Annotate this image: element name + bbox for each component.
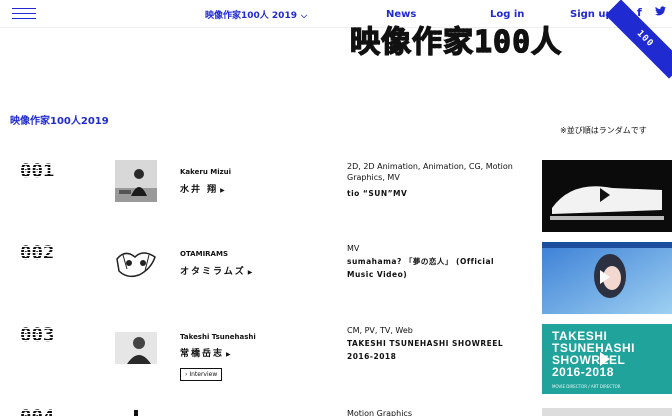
logo-text: 映像作家100人 — [349, 25, 563, 60]
creator-name-jp: 水井 翔 — [180, 185, 219, 195]
creator-work-title[interactable]: sumahama? 「夢の恋人」 (Official Music Video) — [347, 255, 517, 281]
creator-number: 002 — [20, 242, 55, 264]
creator-name-link[interactable]: 水井 翔 ▶ — [180, 182, 225, 195]
creator-name-en: Kakeru Mizui — [180, 168, 232, 176]
play-icon[interactable] — [600, 270, 610, 284]
play-icon[interactable] — [600, 188, 610, 202]
video-thumbnail[interactable] — [542, 242, 672, 314]
thumbnail-text: 2016-2018 — [552, 365, 614, 379]
interview-button[interactable]: › Interview — [180, 368, 223, 381]
creator-photo[interactable] — [115, 160, 157, 202]
arrow-right-icon: ▶ — [220, 187, 225, 194]
menu-icon[interactable] — [12, 8, 36, 20]
creator-name-jp: オタミラムズ — [180, 267, 246, 277]
corner-badge-text: 100 — [634, 28, 656, 50]
year-selector-label: 映像作家100人 2019 — [205, 11, 297, 21]
creator-row: 002 OTAMIRAMS オタミラムズ ▶ MV sumahama? 「夢の恋人… — [0, 242, 672, 324]
creator-row: 001 Kakeru Mizui 水井 翔 ▶ 2D, 2D Animation,… — [0, 160, 672, 242]
creator-name-jp: 常橋岳志 — [180, 349, 225, 359]
section-title: 映像作家100人2019 — [10, 116, 109, 127]
creator-photo[interactable] — [115, 332, 157, 364]
creator-row: 003 Takeshi Tsunehashi 常橋岳志 ▶ › Interview… — [0, 324, 672, 406]
creator-genre: MV — [347, 244, 360, 253]
thumbnail-caption: MOVIE DIRECTOR / ART DIRECTOR — [552, 384, 621, 389]
arrow-right-icon: ▶ — [226, 351, 231, 358]
creator-number: 004 — [20, 406, 54, 416]
creator-genre: Motion Graphics — [347, 409, 412, 416]
creator-name-en: OTAMIRAMS — [180, 250, 228, 258]
twitter-icon[interactable] — [655, 6, 666, 19]
arrow-right-icon: ▶ — [247, 269, 253, 276]
play-icon[interactable] — [600, 352, 610, 366]
top-navigation-bar: 映像作家100人 2019 ⌵ News Log in Sign up f — [0, 0, 672, 28]
creator-name-link[interactable]: オタミラムズ ▶ — [180, 264, 252, 277]
creator-photo[interactable] — [134, 410, 138, 416]
video-thumbnail[interactable]: TAKESHI TSUNEHASHI SHOWREEL 2016-2018 MO… — [542, 324, 672, 394]
site-logo[interactable]: 映像作家100人 — [349, 25, 563, 60]
video-thumbnail[interactable] — [542, 408, 672, 416]
creator-number: 003 — [20, 324, 55, 346]
chevron-right-icon: › — [185, 371, 188, 378]
creator-work-title[interactable]: TAKESHI TSUNEHASHI SHOWREEL 2016-2018 — [347, 337, 517, 363]
chevron-down-icon: ⌵ — [300, 11, 308, 20]
creator-work-title[interactable]: tio “SUN”MV — [347, 187, 517, 200]
creator-number: 001 — [20, 160, 55, 182]
interview-label: Interview — [189, 371, 218, 378]
video-thumbnail[interactable] — [542, 160, 672, 232]
creator-photo[interactable] — [115, 249, 157, 279]
random-order-note: ※並び順はランダムです — [560, 126, 647, 135]
creator-name-link[interactable]: 常橋岳志 ▶ — [180, 346, 231, 359]
creator-genre: CM, PV, TV, Web — [347, 326, 413, 335]
creator-name-en: Takeshi Tsunehashi — [180, 333, 256, 341]
news-link[interactable]: News — [386, 9, 416, 20]
login-link[interactable]: Log in — [490, 9, 524, 20]
year-selector[interactable]: 映像作家100人 2019 ⌵ — [205, 8, 307, 21]
creator-row: 004 Motion Graphics — [0, 406, 672, 416]
creator-genre: 2D, 2D Animation, Animation, CG, Motion … — [347, 162, 513, 182]
